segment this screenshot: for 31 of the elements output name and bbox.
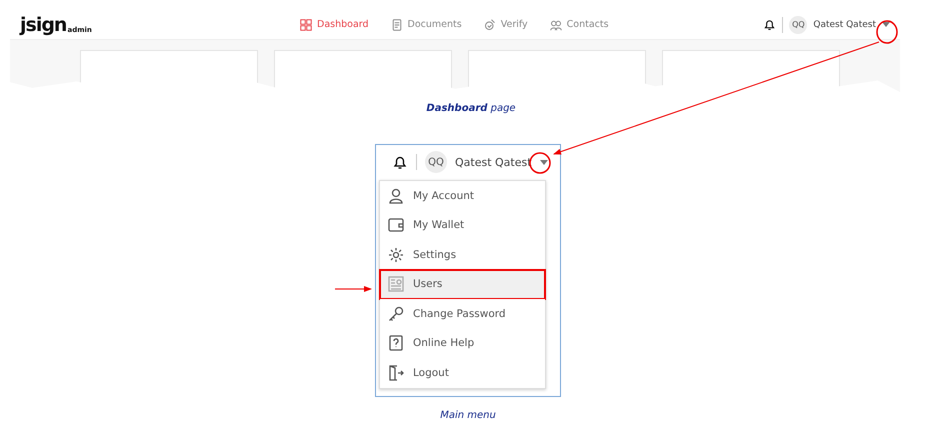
document-icon	[390, 18, 403, 30]
figure-caption: Main menu	[440, 410, 496, 421]
menu-item[interactable]: Change Password	[380, 299, 545, 328]
caret-icon[interactable]	[540, 160, 548, 164]
user-avatar[interactable]: QQ	[425, 151, 447, 173]
settings-icon	[388, 246, 404, 263]
logout-icon	[388, 364, 404, 381]
user-name[interactable]: Qatest Qatest	[813, 20, 876, 30]
menu-item[interactable]: Logout	[380, 358, 545, 388]
bell-icon[interactable]	[763, 18, 776, 31]
key-icon	[388, 306, 404, 322]
wallet-icon	[388, 217, 404, 234]
logo: jsign	[20, 14, 66, 36]
menu-item[interactable]: Settings	[380, 240, 545, 270]
pointer-arrow	[334, 286, 372, 292]
menu-item[interactable]: My Wallet	[380, 210, 545, 240]
menu-item[interactable]: Users	[380, 270, 545, 299]
menu-item[interactable]: Online Help	[380, 328, 545, 358]
id-card-icon	[388, 276, 404, 292]
user-avatar[interactable]: QQ	[789, 16, 808, 34]
badge-icon	[484, 18, 496, 30]
figure-caption: Dashboard page	[426, 103, 516, 114]
bell-icon[interactable]	[392, 154, 408, 170]
person-icon	[388, 188, 404, 204]
menu-item[interactable]: My Account	[380, 181, 545, 210]
contacts-icon	[550, 18, 562, 30]
caret-icon[interactable]	[882, 22, 890, 27]
grid-icon	[300, 18, 312, 30]
highlight-circle	[876, 20, 898, 44]
nav-tab[interactable]: Dashboard	[300, 18, 369, 30]
help-icon	[388, 335, 404, 352]
